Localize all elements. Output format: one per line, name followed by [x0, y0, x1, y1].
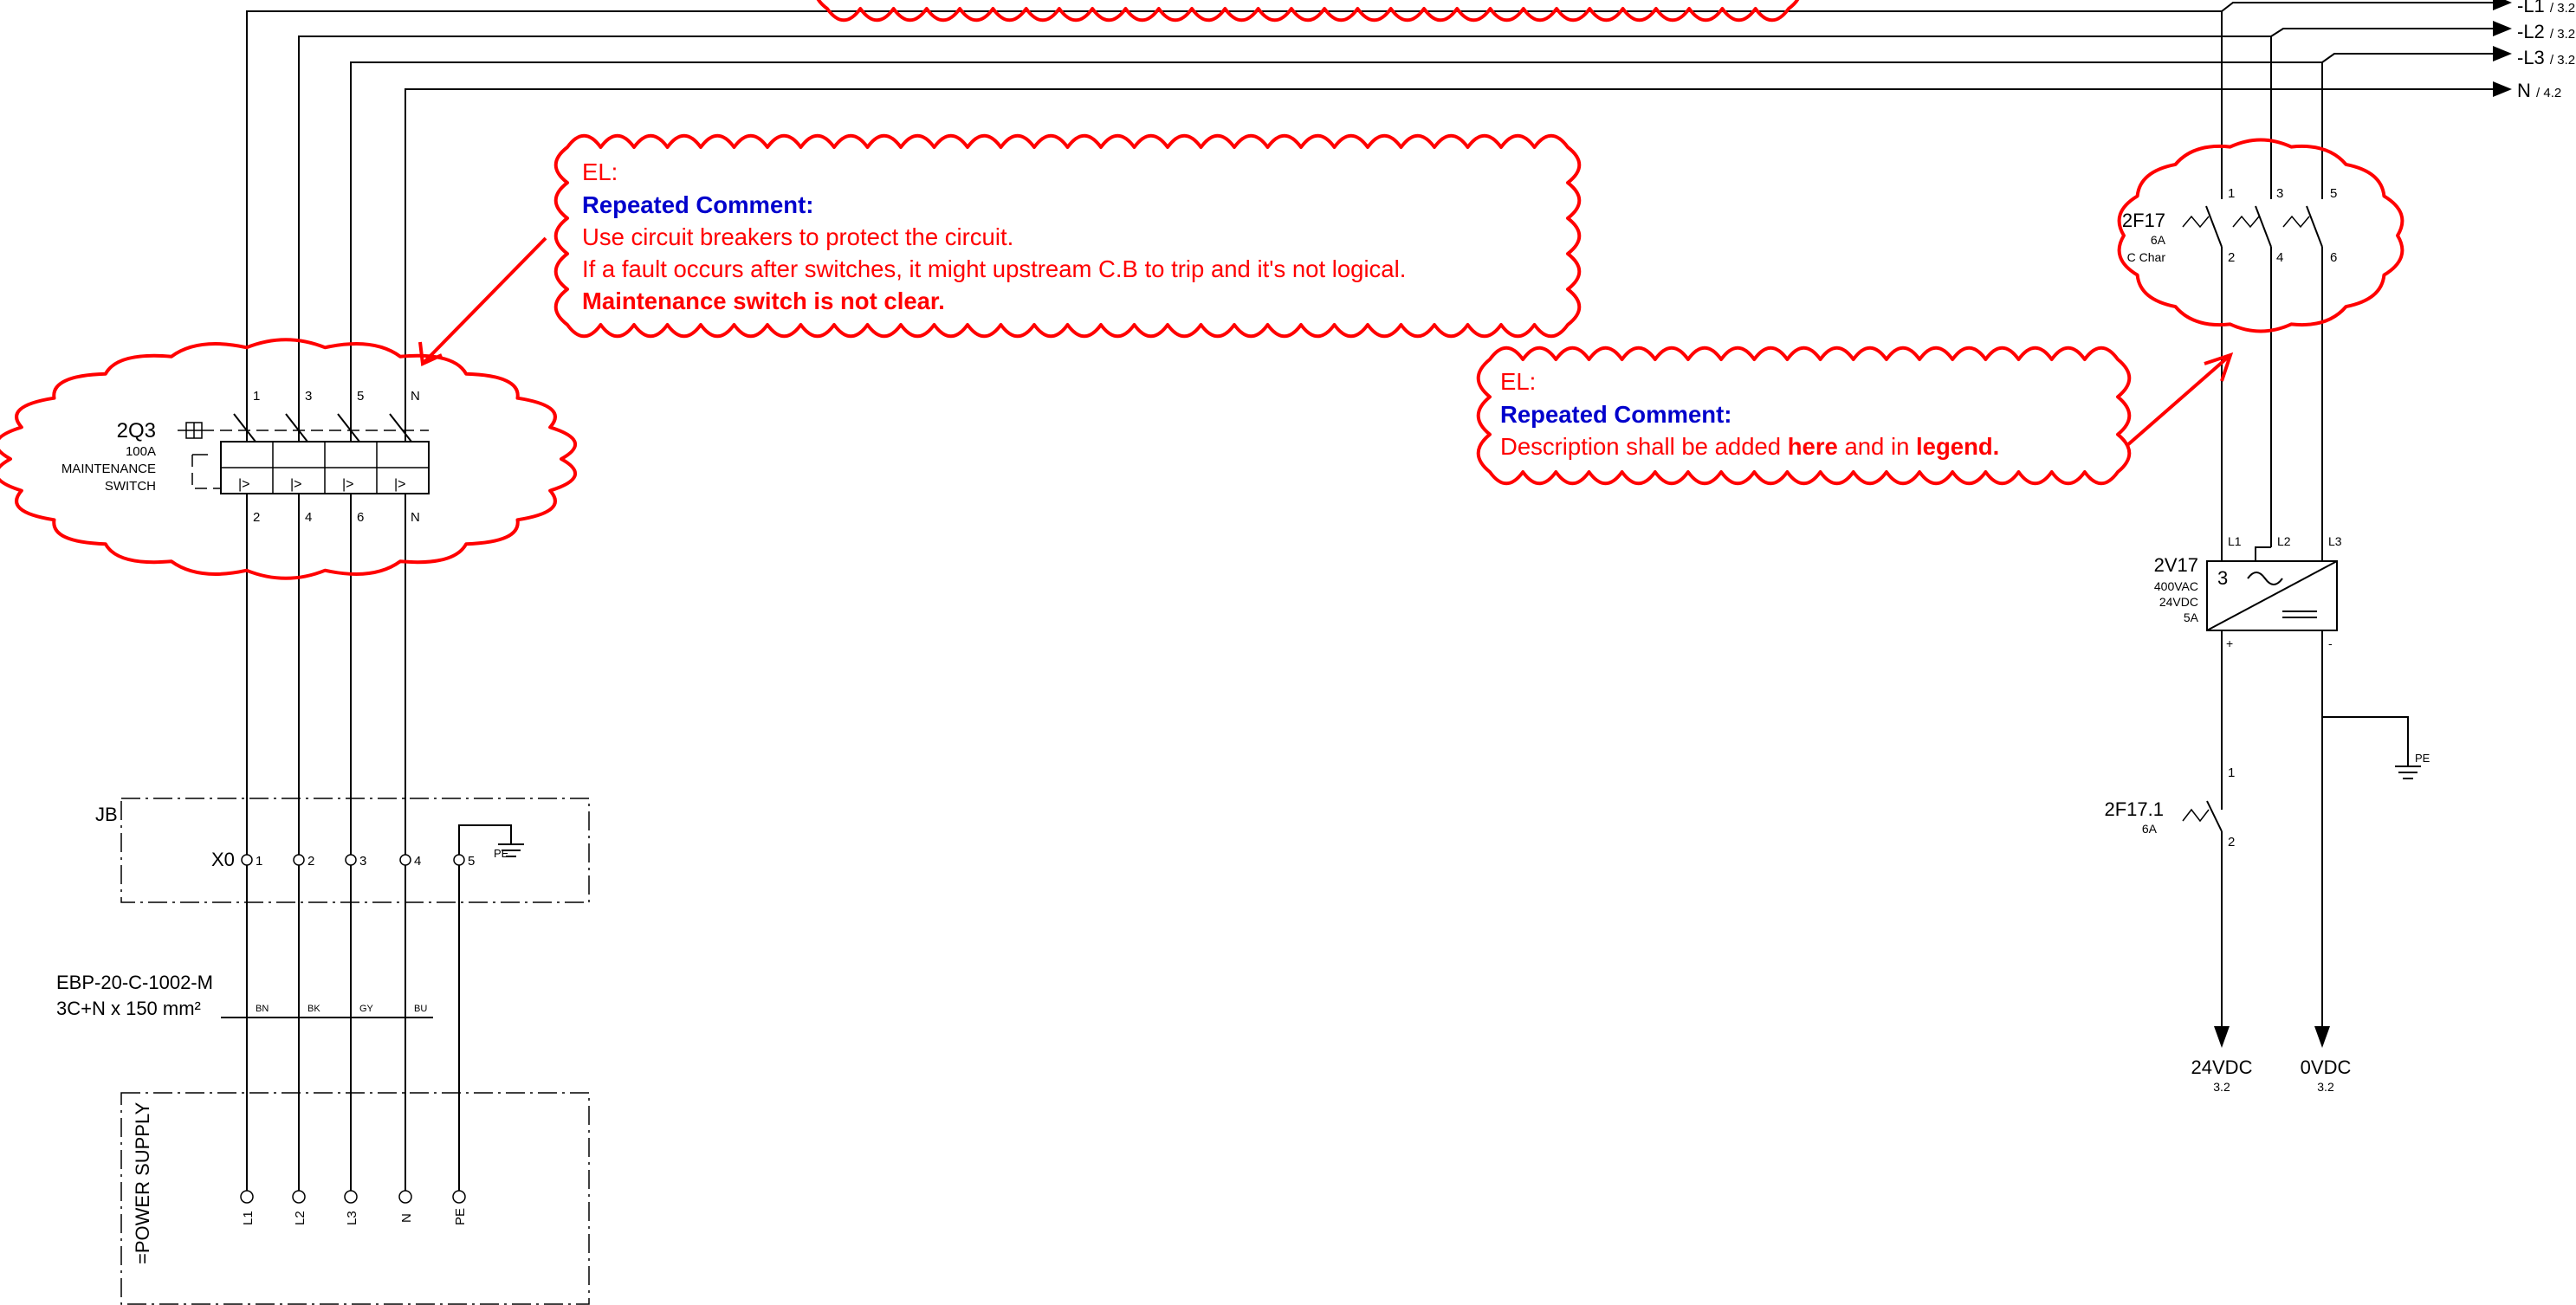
comment-2-heading: Repeated Comment:: [1500, 401, 1731, 428]
cable-color-bk: BK: [307, 1004, 320, 1014]
jb-pe-label: PE: [494, 847, 509, 860]
breaker-2f17-1-t2: 2: [2228, 835, 2235, 850]
psu-ac-label: 3: [2217, 567, 2228, 589]
trip-symbol-1: |>: [238, 477, 250, 492]
jb-term-2: 2: [307, 854, 314, 869]
breaker-2f17-1: [2182, 800, 2223, 1026]
supply-term-l1: L1: [241, 1211, 256, 1225]
switch-term-top-4: N: [411, 389, 420, 404]
bus-wire-n: [405, 88, 2493, 1191]
output-l1-label: -L1 / 3.2: [2517, 0, 2575, 16]
trip-symbol-3: |>: [342, 477, 354, 492]
jb-strip-x0: X0: [211, 849, 235, 870]
switch-term-bottom-4: N: [411, 510, 420, 525]
jb-term-1: 1: [256, 854, 262, 869]
psu-input-l1: L1: [2228, 534, 2242, 548]
dc-0vdc-ref: 3.2: [2317, 1080, 2334, 1094]
trip-symbol-2: |>: [290, 477, 302, 492]
breaker-2f17-t5: 5: [2330, 186, 2337, 201]
switch-term-bottom-2: 4: [305, 510, 312, 525]
comment-2-body: Description shall be added here and in l…: [1500, 433, 1999, 460]
comment-1-line1: Use circuit breakers to protect the circ…: [582, 223, 1013, 250]
supply-terminals: [240, 1190, 466, 1204]
arrow-24vdc: [2214, 1026, 2230, 1048]
switch-term-top-3: 5: [357, 389, 364, 404]
comment-1-heading: Repeated Comment:: [582, 191, 813, 218]
comment-1-line3: Maintenance switch is not clear.: [582, 287, 945, 314]
switch-term-top-2: 3: [305, 389, 312, 404]
cable-color-bn: BN: [256, 1004, 269, 1014]
output-l3-label: -L3 / 3.2: [2517, 47, 2575, 68]
switch-term-bottom-3: 6: [357, 510, 364, 525]
switch-2q3-desc1: MAINTENANCE: [61, 462, 156, 476]
switch-term-top-1: 1: [253, 389, 260, 404]
breaker-2f17: [2182, 11, 2323, 561]
cable-id: EBP-20-C-1002-M: [56, 972, 213, 993]
psu-2v17: [2206, 546, 2409, 1026]
breaker-2f17-t4: 4: [2276, 250, 2283, 265]
breaker-2f17-rating: 6A: [2151, 233, 2166, 247]
psu-minus: -: [2328, 636, 2333, 650]
psu-2v17-input: 400VAC: [2154, 579, 2198, 593]
comment-1-line2: If a fault occurs after switches, it mig…: [582, 255, 1406, 282]
arrow-l3: [2493, 46, 2512, 61]
cable-color-gy: GY: [359, 1004, 374, 1014]
arrow-l2: [2493, 21, 2512, 36]
cable-spec: 3C+N x 150 mm²: [56, 998, 201, 1019]
comment-2[interactable]: EL: Repeated Comment: Description shall …: [1500, 368, 1999, 460]
arrow-n: [2493, 81, 2512, 97]
psu-input-l3: L3: [2328, 534, 2342, 548]
switch-2q3-tag: 2Q3: [117, 419, 156, 443]
psu-plus: +: [2226, 636, 2233, 650]
jb-terminals: [241, 854, 465, 866]
dc-24vdc-label: 24VDC: [2191, 1056, 2253, 1078]
switch-term-bottom-1: 2: [253, 510, 260, 525]
psu-2v17-output: 24VDC: [2159, 595, 2198, 609]
comment-1[interactable]: EL: Repeated Comment: Use circuit breake…: [582, 158, 1406, 314]
pe-wire-supply: [458, 824, 512, 1191]
switch-2q3-desc2: SWITCH: [105, 479, 156, 494]
cloud-top: [816, 0, 1800, 23]
jb-term-3: 3: [359, 854, 366, 869]
breaker-2f17-1-rating: 6A: [2142, 822, 2158, 836]
comment-2-prefix: EL:: [1500, 368, 1536, 395]
supply-term-l2: L2: [293, 1211, 307, 1225]
supply-term-l3: L3: [345, 1211, 359, 1225]
trip-symbol-4: |>: [394, 477, 406, 492]
breaker-2f17-t3: 3: [2276, 186, 2283, 201]
breaker-2f17-t2: 2: [2228, 250, 2235, 265]
psu-2v17-current: 5A: [2184, 611, 2199, 624]
jb-tag: JB: [95, 804, 118, 825]
output-l2-label: -L2 / 3.2: [2517, 21, 2575, 42]
psu-2v17-tag: 2V17: [2154, 554, 2198, 576]
comment-2-leader-arrow: [2125, 352, 2234, 448]
cable-color-bu: BU: [414, 1004, 427, 1014]
breaker-2f17-1-tag: 2F17.1: [2105, 798, 2165, 820]
supply-term-n: N: [399, 1213, 414, 1223]
dc-24vdc-ref: 3.2: [2213, 1080, 2230, 1094]
psu-input-l2: L2: [2277, 534, 2291, 548]
arrow-0vdc: [2314, 1026, 2330, 1048]
breaker-2f17-t1: 1: [2228, 186, 2235, 201]
arrow-l1: [2493, 0, 2512, 10]
pe-label-right: PE: [2415, 752, 2430, 765]
schematic-sheet: -L1 / 3.2 -L2 / 3.2 -L3 / 3.2 N / 4.2 |>…: [0, 0, 2575, 1305]
breaker-2f17-1-t1: 1: [2228, 766, 2235, 780]
dc-0vdc-label: 0VDC: [2301, 1056, 2352, 1078]
ground-icon-right: [2395, 766, 2421, 779]
output-n-label: N / 4.2: [2517, 80, 2561, 101]
comment-1-prefix: EL:: [582, 158, 618, 185]
breaker-2f17-t6: 6: [2330, 250, 2337, 265]
breaker-2f17-char: C Char: [2127, 250, 2166, 264]
comment-1-leader-arrow: [418, 236, 547, 366]
power-supply-label: =POWER SUPPLY: [132, 1101, 153, 1264]
switch-2q3-rating: 100A: [126, 444, 156, 459]
jb-term-5: 5: [468, 854, 475, 869]
jb-term-4: 4: [414, 854, 421, 869]
breaker-2f17-tag: 2F17: [2122, 210, 2165, 231]
maintenance-switch-2q3: |> |> |> |>: [178, 413, 430, 494]
supply-term-pe: PE: [453, 1208, 468, 1225]
